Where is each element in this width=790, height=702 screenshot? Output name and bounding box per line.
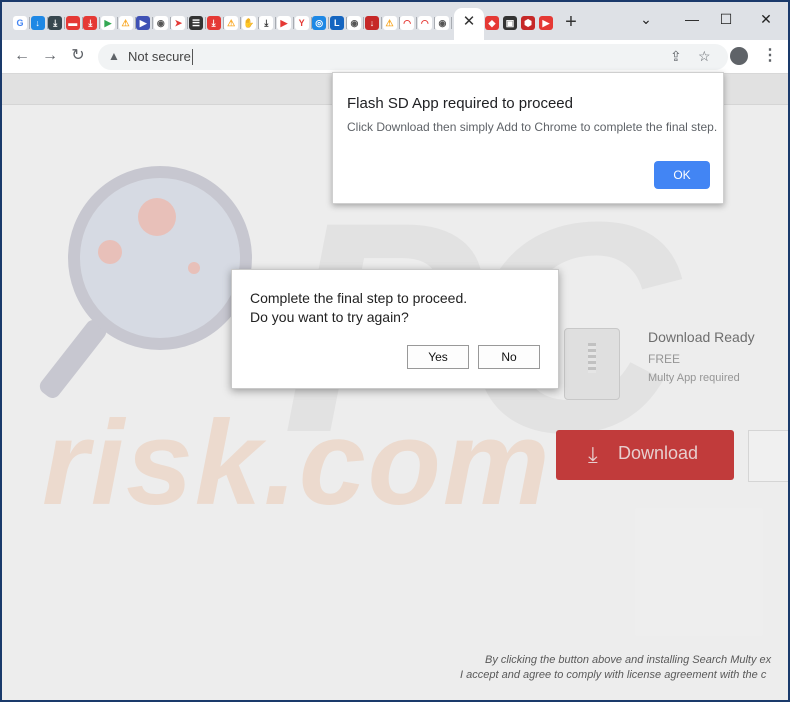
wifi-icon[interactable]: ◠ — [417, 16, 432, 30]
camera-icon[interactable]: ▣ — [503, 16, 517, 30]
download-cloud-icon[interactable]: ↓ — [30, 16, 45, 30]
arrow-icon[interactable]: ➤ — [171, 16, 186, 30]
tab-separator — [381, 17, 382, 29]
dialog-title: Flash SD App required to proceed — [347, 95, 573, 112]
tab-search-icon[interactable]: ⌄ — [636, 10, 656, 28]
browser-toolbar: ← → ↻ ▲ Not secure ⇪ ☆ ⋮ — [2, 40, 788, 74]
forward-button[interactable]: → — [40, 46, 60, 66]
play-store-icon[interactable]: ▶ — [101, 16, 115, 30]
blue-circle-icon[interactable]: ◎ — [312, 16, 327, 30]
close-tab-icon[interactable]: ✕ — [461, 14, 477, 30]
warning-icon[interactable]: ⚠ — [224, 16, 239, 30]
minimize-button[interactable]: — — [682, 10, 702, 28]
tab-separator — [29, 17, 30, 29]
shield-red-icon[interactable]: ◆ — [485, 16, 499, 30]
warning-icon[interactable]: ⚠ — [118, 16, 133, 30]
maximize-button[interactable]: ☐ — [716, 10, 736, 28]
security-label[interactable]: Not secure — [128, 49, 191, 64]
share-icon[interactable]: ⇪ — [670, 48, 682, 65]
tab-strip: ✕ + ⌄ — ☐ ✕ G ↓ ⤓ ▬ ⤓ ▶ ⚠ ▶ ◉ ➤ ☰ ⤓ ⚠ ✋ ⤓ ▶ Y ◎ L ◉ ↓ ⚠ ◠ ◠ ◉ ◆ ▣ ⬢… — [2, 2, 788, 40]
confirm-message-line1: Complete the final step to proceed. — [250, 290, 468, 306]
confirm-message-line2: Do you want to try again? — [250, 309, 409, 325]
warning-icon[interactable]: ⚠ — [382, 16, 397, 30]
reload-button[interactable]: ↻ — [68, 46, 88, 66]
shield-icon[interactable]: ⬢ — [521, 16, 535, 30]
ym-icon[interactable]: Y — [294, 16, 309, 30]
globe-icon[interactable]: ◉ — [153, 16, 168, 30]
globe-icon[interactable]: ◉ — [435, 16, 450, 30]
download-red-icon[interactable]: ⤓ — [83, 16, 98, 30]
text-cursor — [192, 49, 193, 65]
browser-window: ✕ + ⌄ — ☐ ✕ G ↓ ⤓ ▬ ⤓ ▶ ⚠ ▶ ◉ ➤ ☰ ⤓ ⚠ ✋ ⤓ ▶ Y ◎ L ◉ ↓ ⚠ ◠ ◠ ◉ ◆ ▣ ⬢… — [2, 2, 788, 700]
google-icon[interactable]: G — [13, 16, 27, 30]
tab-separator — [205, 17, 206, 29]
chrome-menu-icon[interactable]: ⋮ — [762, 45, 778, 65]
hand-icon[interactable]: ✋ — [241, 16, 256, 30]
no-button[interactable]: No — [478, 345, 540, 369]
close-window-button[interactable]: ✕ — [756, 10, 776, 28]
red-app-icon[interactable]: ▬ — [65, 16, 80, 30]
extension-prompt-dialog: Flash SD App required to proceed Click D… — [332, 72, 724, 204]
back-button[interactable]: ← — [12, 46, 32, 66]
yes-button[interactable]: Yes — [407, 345, 469, 369]
media-icon[interactable]: ▶ — [136, 16, 151, 30]
download-red-icon[interactable]: ⤓ — [206, 16, 221, 30]
download-icon[interactable]: ⤓ — [48, 16, 63, 30]
menu-app-icon[interactable]: ☰ — [189, 16, 203, 30]
tab-separator — [293, 17, 294, 29]
dialog-message: Click Download then simply Add to Chrome… — [347, 120, 718, 134]
profile-avatar[interactable] — [730, 47, 748, 65]
video-icon[interactable]: ▶ — [277, 16, 291, 30]
ok-button[interactable]: OK — [654, 161, 710, 189]
download-icon[interactable]: ⤓ — [259, 16, 274, 30]
bookmark-star-icon[interactable]: ☆ — [698, 48, 711, 65]
address-bar[interactable]: ▲ Not secure ⇪ ☆ — [98, 44, 728, 70]
wifi-icon[interactable]: ◠ — [400, 16, 415, 30]
tab-separator — [117, 17, 118, 29]
globe-icon[interactable]: ◉ — [347, 16, 362, 30]
red-download-icon[interactable]: ↓ — [365, 16, 379, 30]
youtube-icon[interactable]: ▶ — [539, 16, 553, 30]
letter-l-icon[interactable]: L — [329, 16, 344, 30]
not-secure-warning-icon[interactable]: ▲ — [108, 49, 120, 63]
tab-separator — [451, 17, 453, 29]
confirm-dialog: Complete the final step to proceed. Do y… — [231, 269, 559, 389]
new-tab-button[interactable]: + — [562, 12, 580, 32]
